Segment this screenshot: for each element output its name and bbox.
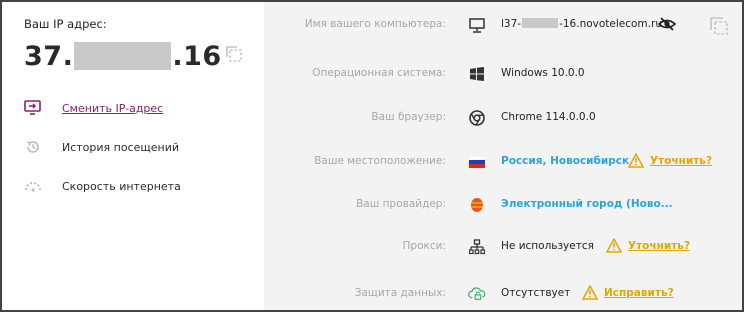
menu-item-history[interactable]: История посещений [24,138,179,156]
russia-flag-icon [468,153,486,171]
hostname-redacted [522,18,559,28]
row-browser: Ваш браузер: Chrome 114.0.0.0 [264,108,742,128]
row-location: Ваше местоположение: Россия, Новосибирск… [264,152,742,172]
menu-item-label: История посещений [62,140,180,154]
row-label: Прокси: [402,240,446,252]
row-label: Ваш провайдер: [356,198,446,210]
location-value: Россия, Новосибирск [501,155,630,167]
os-value: Windows 10.0.0 [501,67,585,79]
provider-logo-icon [468,196,486,214]
windows-icon [468,65,486,83]
row-os: Операционная система: Windows 10.0.0 [264,64,742,84]
cloud-lock-icon [468,285,486,303]
monitor-icon [468,16,486,34]
warning-icon [606,238,622,253]
ip-prefix: 37. [24,40,74,72]
protection-fix[interactable]: Исправить? [582,285,674,300]
menu-item-label: Скорость интернета [62,179,181,193]
row-label: Имя вашего компьютера: [304,18,446,30]
ip-redacted [74,42,172,70]
menu-item-speed[interactable]: Скорость интернета [24,177,181,195]
row-label: Ваш браузер: [371,111,446,123]
menu-item-change-ip[interactable]: Сменить IP-адрес [24,99,163,117]
row-protection: Защита данных: Отсутствует Исправить? [264,284,742,304]
hostname-prefix: l37- [501,18,522,30]
proxy-clarify[interactable]: Уточнить? [606,238,690,253]
menu-item-label: Сменить IP-адрес [62,101,164,115]
computer-name-value: l37- -16.novotelecom.ru [501,18,662,30]
speedometer-icon [24,177,42,195]
warning-icon [628,153,644,168]
clarify-link[interactable]: Уточнить? [628,240,690,252]
protection-value: Отсутствует [501,287,571,299]
hide-icon[interactable] [657,16,677,32]
info-panel: Имя вашего компьютера: l37- -16.novotelec… [264,2,742,310]
row-proxy: Прокси: Не используется Уточнить? [264,237,742,257]
row-label: Защита данных: [354,287,446,299]
clarify-link[interactable]: Уточнить? [650,155,712,167]
chrome-icon [468,109,486,127]
ip-suffix: .16 [172,40,222,72]
copy-icon[interactable] [224,44,244,64]
row-provider: Ваш провайдер: Электронный город (Ново..… [264,195,742,215]
network-icon [468,238,486,256]
row-label: Ваше местоположение: [314,155,446,167]
location-clarify[interactable]: Уточнить? [628,153,712,168]
provider-value: Электронный город (Ново... [501,198,673,210]
ip-label: Ваш IP адрес: [24,17,107,31]
proxy-value: Не используется [501,240,594,252]
change-ip-icon [24,99,42,117]
history-icon [24,138,42,156]
warning-icon [582,285,598,300]
fix-link[interactable]: Исправить? [604,287,674,299]
copy-icon[interactable] [708,15,730,37]
hostname-suffix: -16.novotelecom.ru [559,18,662,30]
ip-address: 37. .16 [24,38,222,74]
row-label: Операционная система: [312,67,446,79]
browser-value: Chrome 114.0.0.0 [501,111,596,123]
left-panel: Ваш IP адрес: 37. .16 Сменить IP-адрес И… [2,2,264,310]
